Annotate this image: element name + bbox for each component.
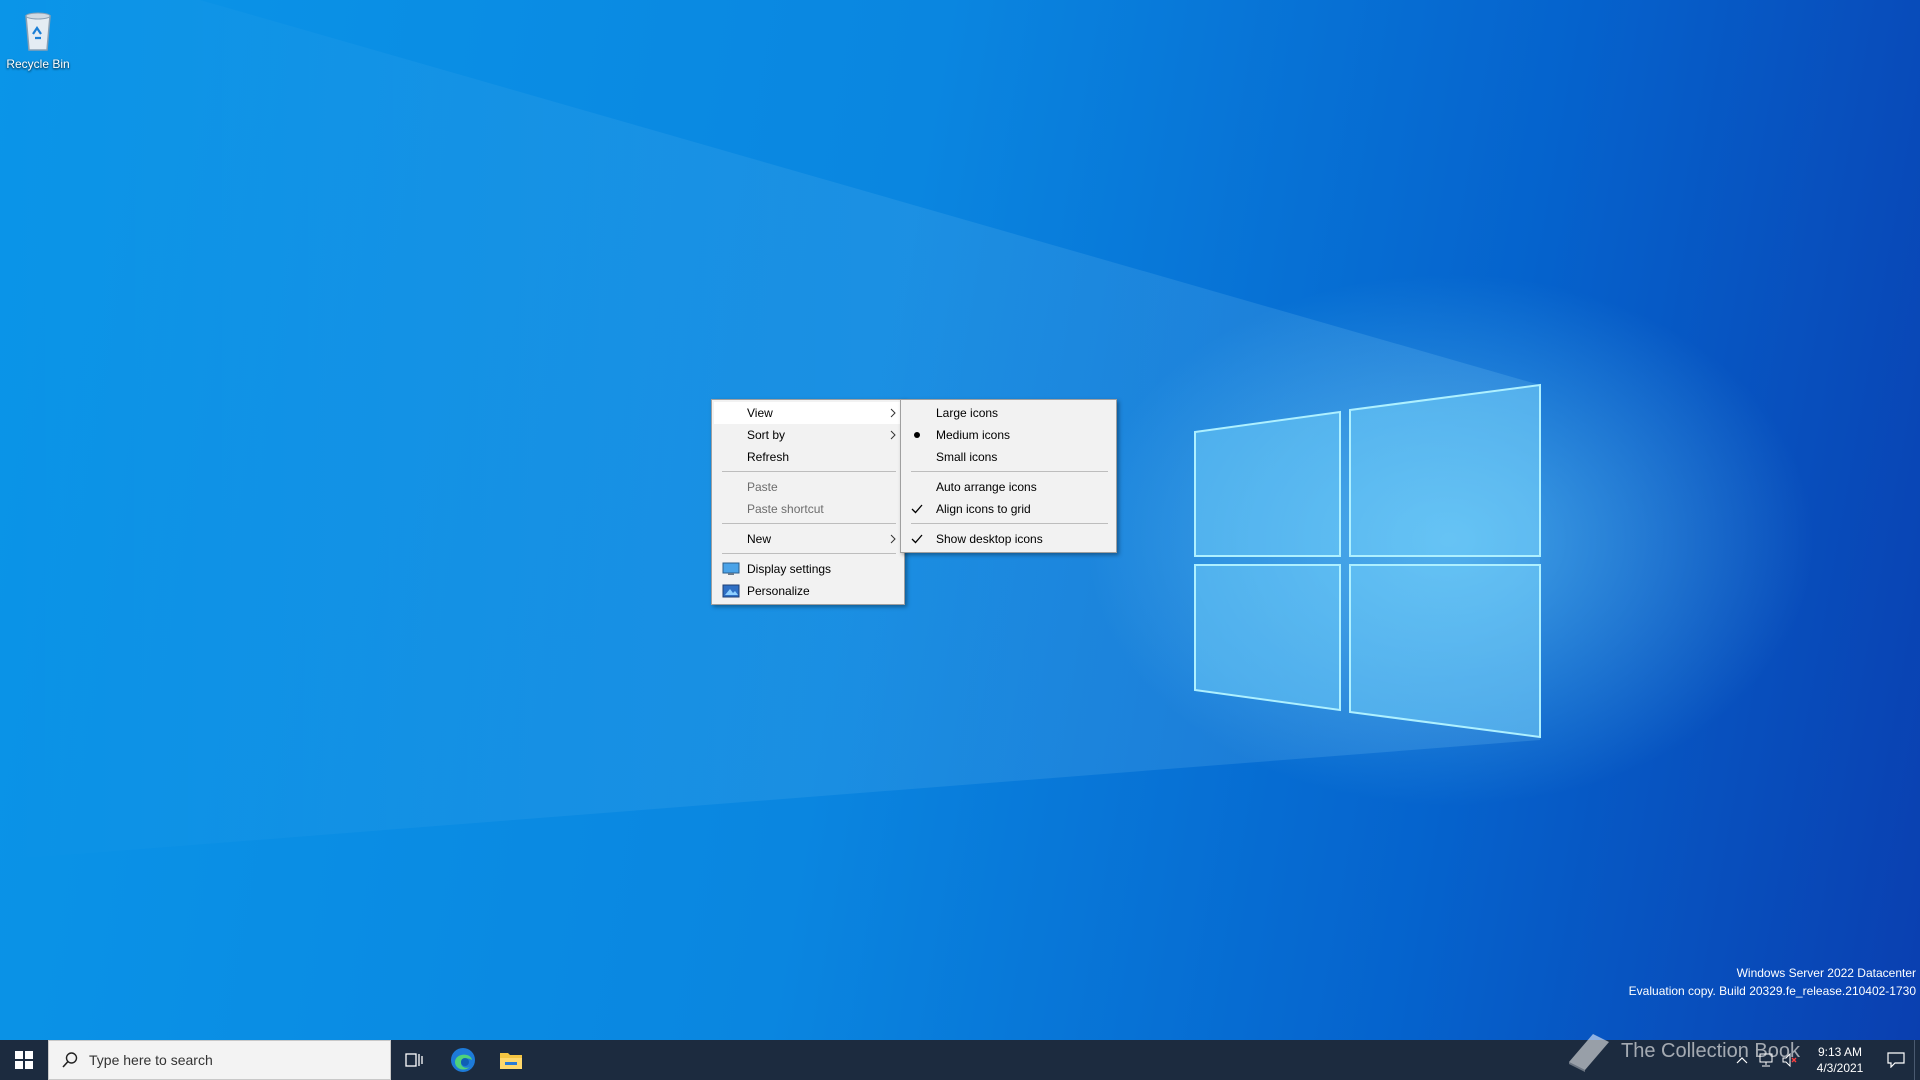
action-center-button[interactable]	[1878, 1040, 1914, 1080]
start-button[interactable]	[0, 1040, 48, 1080]
chevron-right-icon	[890, 408, 896, 418]
menu-item-label: Sort by	[747, 428, 786, 442]
menu-item-view[interactable]: View	[714, 402, 902, 424]
recycle-bin-label: Recycle Bin	[6, 57, 70, 71]
menu-item-label: Refresh	[747, 450, 790, 464]
chevron-right-icon	[890, 534, 896, 544]
edge-button[interactable]	[439, 1040, 487, 1080]
menu-item-label: Medium icons	[936, 428, 1011, 442]
menu-item-label: Display settings	[747, 562, 832, 576]
search-icon	[62, 1052, 78, 1068]
clock-date: 4/3/2021	[1816, 1061, 1864, 1075]
menu-item-label: Paste shortcut	[747, 502, 824, 516]
taskbar-clock[interactable]: 9:13 AM 4/3/2021	[1802, 1044, 1878, 1076]
submenu-item-medium-icons[interactable]: Medium icons	[903, 424, 1114, 446]
submenu-item-align-to-grid[interactable]: Align icons to grid	[903, 498, 1114, 520]
network-icon	[1759, 1053, 1773, 1067]
recycle-bin-shortcut[interactable]: Recycle Bin	[4, 6, 72, 78]
radio-bullet-icon	[914, 432, 920, 438]
display-icon	[722, 562, 740, 575]
menu-item-label: View	[747, 406, 773, 420]
menu-item-paste[interactable]: Paste	[714, 476, 902, 498]
menu-separator	[722, 471, 896, 472]
menu-separator	[911, 523, 1108, 524]
edge-icon	[451, 1048, 475, 1072]
show-desktop-button[interactable]	[1914, 1040, 1920, 1080]
menu-item-label: Personalize	[747, 584, 810, 598]
menu-item-label: Show desktop icons	[936, 532, 1043, 546]
menu-separator	[722, 553, 896, 554]
menu-item-sort-by[interactable]: Sort by	[714, 424, 902, 446]
menu-separator	[911, 471, 1108, 472]
submenu-item-large-icons[interactable]: Large icons	[903, 402, 1114, 424]
personalize-icon	[722, 584, 740, 598]
menu-item-paste-shortcut[interactable]: Paste shortcut	[714, 498, 902, 520]
task-view-button[interactable]	[391, 1040, 439, 1080]
notification-icon	[1887, 1052, 1905, 1068]
menu-item-display-settings[interactable]: Display settings	[714, 558, 902, 580]
checkmark-icon	[911, 534, 923, 544]
menu-item-label: Align icons to grid	[936, 502, 1031, 516]
file-explorer-icon	[500, 1053, 522, 1069]
network-button[interactable]	[1754, 1040, 1778, 1080]
desktop-context-menu: View Sort by Refresh Paste Paste shortcu…	[711, 399, 905, 605]
task-view-icon	[405, 1053, 423, 1067]
menu-item-refresh[interactable]: Refresh	[714, 446, 902, 468]
menu-item-label: Paste	[747, 480, 778, 494]
taskbar-search-box[interactable]	[48, 1040, 391, 1080]
file-explorer-button[interactable]	[487, 1040, 535, 1080]
volume-muted-icon	[1782, 1053, 1797, 1067]
system-tray: 9:13 AM 4/3/2021	[1730, 1040, 1920, 1080]
chevron-right-icon	[890, 430, 896, 440]
menu-item-label: Small icons	[936, 450, 998, 464]
search-input[interactable]	[89, 1052, 379, 1068]
show-hidden-icons-button[interactable]	[1730, 1040, 1754, 1080]
menu-item-new[interactable]: New	[714, 528, 902, 550]
checkmark-icon	[911, 504, 923, 514]
clock-time: 9:13 AM	[1817, 1045, 1863, 1059]
view-submenu: Large icons Medium icons Small icons Aut…	[900, 399, 1117, 553]
menu-item-personalize[interactable]: Personalize	[714, 580, 902, 602]
submenu-item-small-icons[interactable]: Small icons	[903, 446, 1114, 468]
os-edition-watermark: Windows Server 2022 Datacenter Evaluatio…	[1629, 964, 1916, 1000]
menu-item-label: Auto arrange icons	[936, 480, 1037, 494]
desktop-background[interactable]: Recycle Bin View Sort by Refresh Paste P…	[0, 0, 1920, 1040]
watermark-edition: Windows Server 2022 Datacenter	[1736, 966, 1916, 980]
windows-logo-icon	[15, 1051, 33, 1069]
volume-button[interactable]	[1778, 1040, 1802, 1080]
submenu-item-show-desktop-icons[interactable]: Show desktop icons	[903, 528, 1114, 550]
recycle-bin-icon	[14, 6, 62, 54]
chevron-up-icon	[1736, 1057, 1748, 1064]
menu-item-label: Large icons	[936, 406, 999, 420]
submenu-item-auto-arrange[interactable]: Auto arrange icons	[903, 476, 1114, 498]
menu-separator	[722, 523, 896, 524]
menu-item-label: New	[747, 532, 772, 546]
taskbar: 9:13 AM 4/3/2021	[0, 1040, 1920, 1080]
watermark-build: Evaluation copy. Build 20329.fe_release.…	[1628, 984, 1916, 998]
